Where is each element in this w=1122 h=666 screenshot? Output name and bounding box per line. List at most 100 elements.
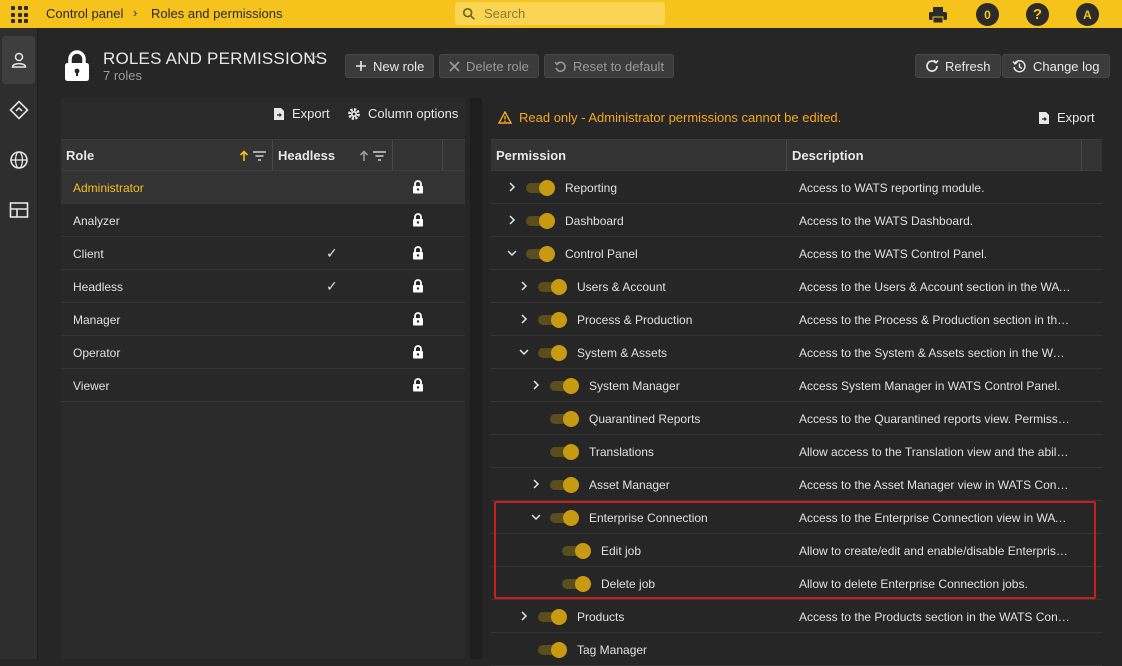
column-options-button[interactable]: Column options [347, 106, 458, 121]
permission-row[interactable]: Process & Production Access to the Proces… [491, 303, 1102, 336]
permission-toggle[interactable] [550, 477, 580, 493]
permission-description: Access to the WATS Dashboard. [799, 214, 974, 228]
plus-icon [355, 60, 367, 72]
chevron-right-icon[interactable] [506, 180, 518, 192]
apps-grid-icon[interactable] [11, 6, 28, 23]
permission-row[interactable]: Translations Allow access to the Translat… [491, 435, 1102, 468]
reset-default-button[interactable]: Reset to default [544, 54, 675, 78]
sort-asc-icon[interactable] [239, 150, 249, 162]
permission-row[interactable]: Tag Manager [491, 633, 1102, 666]
breadcrumb-roles-permissions: Roles and permissions [151, 6, 283, 21]
lock-icon [65, 50, 89, 81]
permission-name: Tag Manager [577, 643, 648, 657]
sort-icon[interactable] [359, 150, 369, 162]
permission-toggle[interactable] [538, 609, 568, 625]
permission-description: Access to the WATS Control Panel. [799, 247, 988, 261]
sidebar-item-globe[interactable] [2, 136, 35, 184]
permission-row[interactable]: Asset Manager Access to the Asset Manager… [491, 468, 1102, 501]
roles-export-label: Export [292, 106, 330, 121]
sidebar-item-users[interactable] [2, 36, 35, 84]
sidebar-item-flow[interactable] [2, 86, 35, 134]
chevron-down-icon[interactable] [506, 246, 518, 258]
refresh-button[interactable]: Refresh [915, 54, 1001, 78]
chevron-right-icon[interactable] [506, 213, 518, 225]
change-log-button[interactable]: Change log [1002, 54, 1110, 78]
permission-description: Access to WATS reporting module. [799, 181, 985, 195]
delete-role-button[interactable]: Delete role [439, 54, 539, 78]
filter-icon[interactable] [373, 151, 386, 161]
filter-icon[interactable] [253, 151, 266, 161]
headless-check: ✓ [326, 245, 338, 261]
panel-splitter[interactable] [470, 98, 482, 659]
permission-toggle[interactable] [550, 444, 580, 460]
permissions-export-button[interactable]: Export [1038, 110, 1095, 125]
role-name: Administrator [73, 181, 144, 195]
permission-toggle[interactable] [538, 279, 568, 295]
chevron-down-icon[interactable] [518, 345, 530, 357]
role-name: Viewer [73, 379, 110, 393]
permissions-export-label: Export [1057, 110, 1095, 125]
search-input[interactable] [484, 6, 654, 21]
permission-row[interactable]: System & Assets Access to the System & As… [491, 336, 1102, 369]
permission-row[interactable]: Dashboard Access to the WATS Dashboard. [491, 204, 1102, 237]
permission-toggle[interactable] [526, 180, 556, 196]
permission-description: Access to the Asset Manager view in WATS… [799, 478, 1071, 492]
column-permission[interactable]: Permission [496, 148, 566, 163]
gear-icon [347, 107, 361, 121]
permission-row[interactable]: System Manager Access System Manager in W… [491, 369, 1102, 402]
warning-text: Read only - Administrator permissions ca… [519, 110, 842, 125]
chevron-right-icon[interactable] [518, 279, 530, 291]
file-export-icon [1038, 111, 1050, 125]
permission-toggle[interactable] [526, 246, 556, 262]
permission-row[interactable]: Products Access to the Products section i… [491, 600, 1102, 633]
role-row[interactable]: Manager [61, 303, 465, 336]
favorite-star-icon[interactable]: ☆ [305, 49, 318, 67]
role-row[interactable]: Viewer [61, 369, 465, 402]
search-icon [462, 7, 475, 20]
permission-name: System & Assets [577, 346, 668, 360]
column-role[interactable]: Role [66, 148, 94, 163]
permission-name: Dashboard [565, 214, 624, 228]
lock-icon [412, 246, 424, 265]
breadcrumb-control-panel[interactable]: Control panel [46, 6, 123, 21]
roles-export-button[interactable]: Export [273, 106, 330, 121]
permission-description: Allow access to the Translation view and… [799, 445, 1071, 459]
sidebar-item-layout[interactable] [2, 186, 35, 234]
print-icon[interactable] [926, 3, 949, 26]
new-role-button[interactable]: New role [345, 54, 435, 78]
notification-count-badge[interactable]: 0 [976, 3, 999, 26]
role-row[interactable]: Operator [61, 336, 465, 369]
permission-name: Translations [589, 445, 654, 459]
permission-toggle[interactable] [550, 378, 580, 394]
chevron-right-icon[interactable] [530, 477, 542, 489]
role-name: Analyzer [73, 214, 120, 228]
roles-toolbar: Export Column options [61, 106, 465, 130]
chevron-right-icon[interactable] [518, 609, 530, 621]
role-row[interactable]: Headless ✓ [61, 270, 465, 303]
permission-toggle[interactable] [538, 642, 568, 658]
column-headless[interactable]: Headless [278, 148, 335, 163]
headless-check: ✓ [326, 278, 338, 294]
permission-name: Asset Manager [589, 478, 670, 492]
avatar[interactable]: A [1076, 3, 1099, 26]
permission-toggle[interactable] [538, 312, 568, 328]
new-role-label: New role [373, 58, 425, 74]
permission-description: Access to the Quarantined reports view. … [799, 412, 1071, 426]
chevron-right-icon[interactable] [518, 312, 530, 324]
permission-toggle[interactable] [550, 411, 580, 427]
help-icon[interactable]: ? [1026, 3, 1049, 26]
roles-count: 7 roles [103, 68, 143, 83]
role-row[interactable]: Analyzer [61, 204, 465, 237]
permission-toggle[interactable] [526, 213, 556, 229]
permission-row[interactable]: Users & Account Access to the Users & Acc… [491, 270, 1102, 303]
role-row[interactable]: Client ✓ [61, 237, 465, 270]
column-description[interactable]: Description [792, 148, 864, 163]
permission-row[interactable]: Quarantined Reports Access to the Quarant… [491, 402, 1102, 435]
search-box[interactable] [455, 2, 665, 25]
permission-row[interactable]: Reporting Access to WATS reporting module… [491, 171, 1102, 204]
permission-row[interactable]: Control Panel Access to the WATS Control … [491, 237, 1102, 270]
chevron-right-icon[interactable] [530, 378, 542, 390]
permission-description: Access to the Process & Production secti… [799, 313, 1071, 327]
permission-toggle[interactable] [538, 345, 568, 361]
role-row[interactable]: Administrator [61, 171, 465, 204]
